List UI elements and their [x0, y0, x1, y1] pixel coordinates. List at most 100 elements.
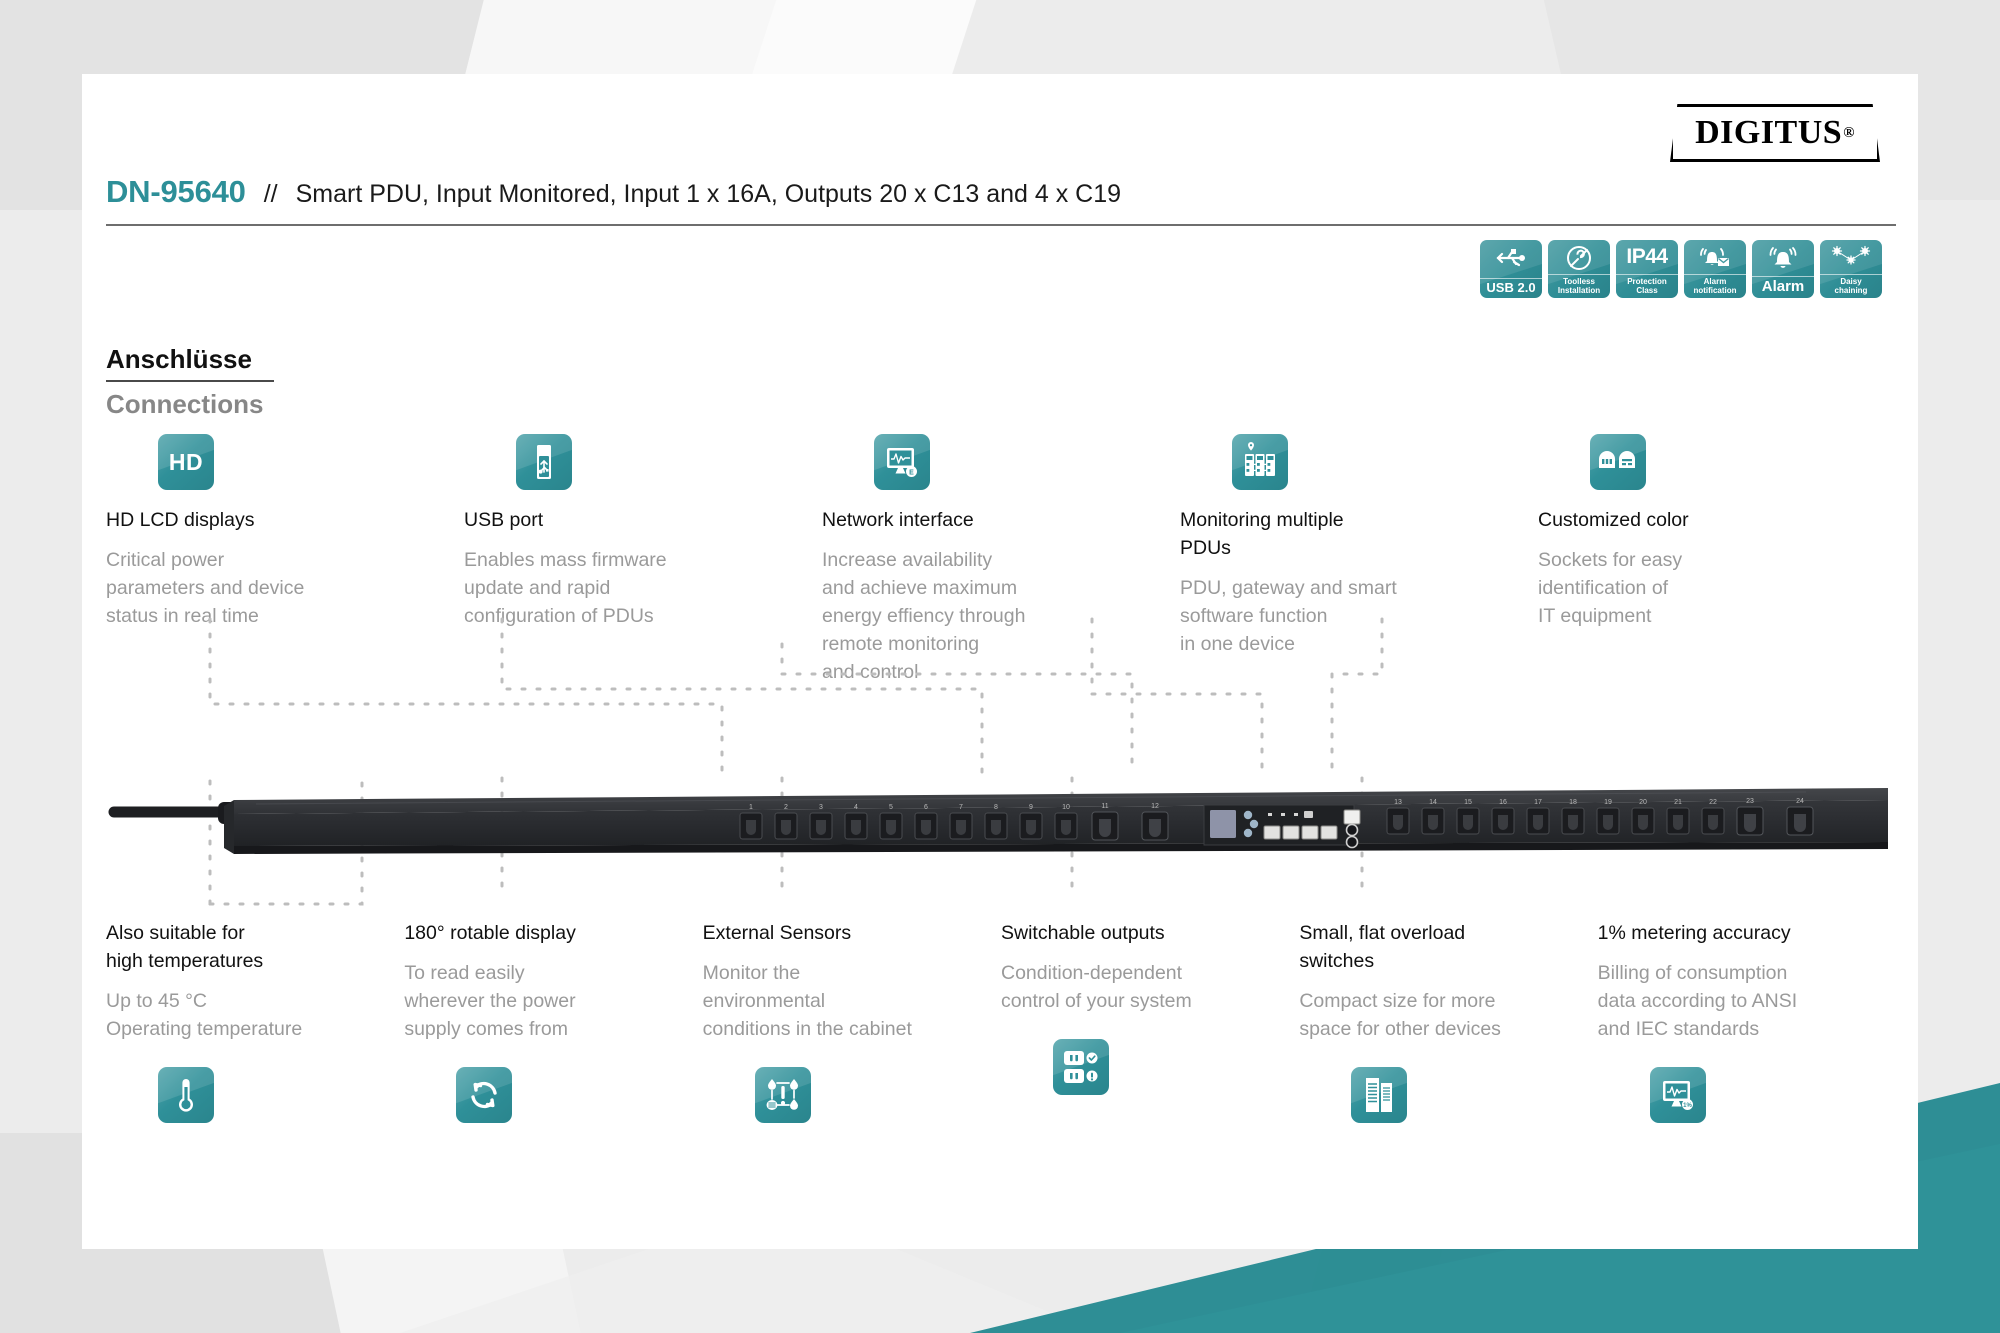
metering-accuracy-icon: 1% [1649, 1067, 1706, 1123]
svg-text:17: 17 [1534, 799, 1542, 806]
svg-text:20: 20 [1639, 799, 1647, 806]
svg-text:13: 13 [1394, 799, 1402, 806]
daisy-chain-icon [1820, 243, 1882, 273]
badge-toolless-installation: Toolless Installation [1548, 240, 1610, 298]
product-sku: DN-95640 [106, 174, 246, 209]
feature-description: Increase availability and achieve maximum… [822, 549, 1026, 683]
usb-port [1304, 811, 1313, 818]
bell-mail-icon [1684, 243, 1746, 273]
svg-text:12: 12 [1151, 803, 1159, 810]
section-heading: Anschlüsse Connections [106, 344, 274, 420]
feature-title: Customized color [1538, 509, 1689, 531]
svg-text:3: 3 [819, 804, 823, 811]
svg-text:7: 7 [959, 804, 963, 811]
lcd-display [1210, 810, 1236, 838]
title-divider [106, 224, 1896, 226]
feature-title: HD LCD displays [106, 509, 255, 531]
feature-description: Monitor the environmental conditions in th… [702, 962, 912, 1040]
feature-title: 180° rotable display [404, 922, 576, 944]
pdu-end-cap [224, 800, 234, 854]
svg-text:14: 14 [1429, 799, 1437, 806]
digitus-logo: DIGITUS ® [1670, 104, 1880, 162]
svg-text:10: 10 [1062, 804, 1070, 811]
feature-title: 1% metering accuracy [1597, 922, 1791, 944]
pdu-illustration: 1 2 3 4 5 6 7 8 9 10 11 12 13 14 15 16 1… [108, 788, 1888, 854]
badge-label: Toolless Installation [1548, 274, 1610, 295]
badge-label: USB 2.0 [1480, 278, 1542, 295]
network-monitor-icon: E [874, 434, 930, 490]
feature-description: Up to 45 °C Operating temperature [106, 990, 303, 1040]
badge-label: Daisy chaining [1820, 274, 1882, 295]
tools-icon [1548, 243, 1610, 273]
svg-text:6: 6 [924, 804, 928, 811]
feature-metering-accuracy: 1% metering accuracy Billing of consumpt… [1598, 919, 1896, 1123]
badge-alarm: Alarm [1752, 240, 1814, 298]
sensor-port-1 [1345, 823, 1359, 837]
colored-sockets-icon [1590, 434, 1646, 490]
feature-customized-color: Customized color Sockets for easy identif… [1538, 434, 1896, 686]
ip-rating-icon: IP44 [1626, 245, 1668, 268]
features-bottom-grid: Also suitable for high temperatures Up to… [106, 919, 1896, 1123]
smart-pdu-vertical-bar: 1 2 3 4 5 6 7 8 9 10 11 12 13 14 15 16 1… [106, 774, 1896, 904]
svg-text:1: 1 [749, 804, 753, 811]
feature-title: External Sensors [702, 922, 852, 944]
feature-network-interface: E Network interface Increase availabilit… [822, 434, 1180, 686]
feature-title: Monitoring multiple PDUs [1180, 509, 1344, 559]
feature-hd-lcd-displays: HD HD LCD displays Critical power paramet… [106, 434, 464, 686]
badge-daisy-chaining: Daisy chaining [1820, 240, 1882, 298]
rotate-icon [456, 1067, 513, 1123]
svg-text:21: 21 [1674, 799, 1682, 806]
switchable-socket-icon [1053, 1039, 1109, 1095]
section-heading-en: Connections [106, 389, 264, 419]
lan-port [1343, 809, 1361, 825]
datasheet-page: DIGITUS ® DN-95640 // Smart PDU, Input Mo… [82, 74, 1918, 1249]
svg-text:15: 15 [1464, 799, 1472, 806]
registered-mark-icon: ® [1843, 124, 1855, 141]
feature-overload-switches: Small, flat overload switches Compact siz… [1299, 919, 1597, 1123]
svg-text:9: 9 [1029, 804, 1033, 811]
feature-title: Network interface [822, 509, 974, 531]
title-separator: // [263, 180, 278, 208]
product-title-row: DN-95640 // Smart PDU, Input Monitored, … [106, 174, 1121, 210]
feature-external-sensors: External Sensors Monitor the environmenta… [703, 919, 1001, 1123]
feature-title: USB port [464, 509, 544, 531]
feature-title: Small, flat overload switches [1299, 922, 1466, 972]
svg-text:8: 8 [994, 804, 998, 811]
svg-text:24: 24 [1796, 798, 1804, 805]
feature-description: Compact size for more space for other dev… [1299, 990, 1501, 1040]
thermometer-icon [158, 1067, 214, 1123]
svg-text:5: 5 [889, 804, 893, 811]
badge-usb-2-0: USB 2.0 [1480, 240, 1542, 298]
feature-rotable-display: 180° rotable display To read easily where… [404, 919, 702, 1123]
svg-text:23: 23 [1746, 798, 1754, 805]
features-top-grid: HD HD LCD displays Critical power paramet… [106, 434, 1896, 686]
svg-text:2: 2 [784, 804, 788, 811]
svg-text:19: 19 [1604, 799, 1612, 806]
feature-monitoring-multiple-pdus: Monitoring multiple PDUs PDU, gateway and… [1180, 434, 1538, 686]
external-sensors-icon [754, 1067, 811, 1123]
logo-wordmark: DIGITUS ® [1670, 104, 1880, 162]
usb-icon [1480, 243, 1542, 273]
svg-text:4: 4 [854, 804, 858, 811]
hd-display-icon: HD [158, 434, 214, 490]
svg-text:22: 22 [1709, 799, 1717, 806]
svg-text:16: 16 [1499, 799, 1507, 806]
feature-title: Also suitable for high temperatures [106, 922, 264, 972]
feature-description: Sockets for easy identification of IT equi… [1538, 549, 1683, 627]
badge-label: Protection Class [1616, 274, 1678, 295]
rack-icon [1351, 1067, 1408, 1123]
badge-label: Alarm [1752, 276, 1814, 295]
feature-description: Enables mass firmware update and rapid con… [464, 549, 667, 627]
feature-description: PDU, gateway and smart software function i… [1180, 577, 1397, 655]
svg-text:1%: 1% [1683, 1103, 1692, 1109]
sensor-port-2 [1345, 835, 1359, 849]
bell-icon [1752, 243, 1814, 273]
section-heading-de: Anschlüsse [106, 344, 274, 382]
feature-usb-port: USB port Enables mass firmware update and… [464, 434, 822, 686]
lan-and-sensor-ports [1343, 809, 1361, 849]
usb-port-icon [516, 434, 572, 490]
svg-text:11: 11 [1101, 803, 1108, 810]
feature-high-temperatures: Also suitable for high temperatures Up to… [106, 919, 404, 1123]
feature-switchable-outputs: Switchable outputs Condition-dependent co… [1001, 919, 1299, 1123]
badge-label: Alarm notification [1684, 274, 1746, 295]
